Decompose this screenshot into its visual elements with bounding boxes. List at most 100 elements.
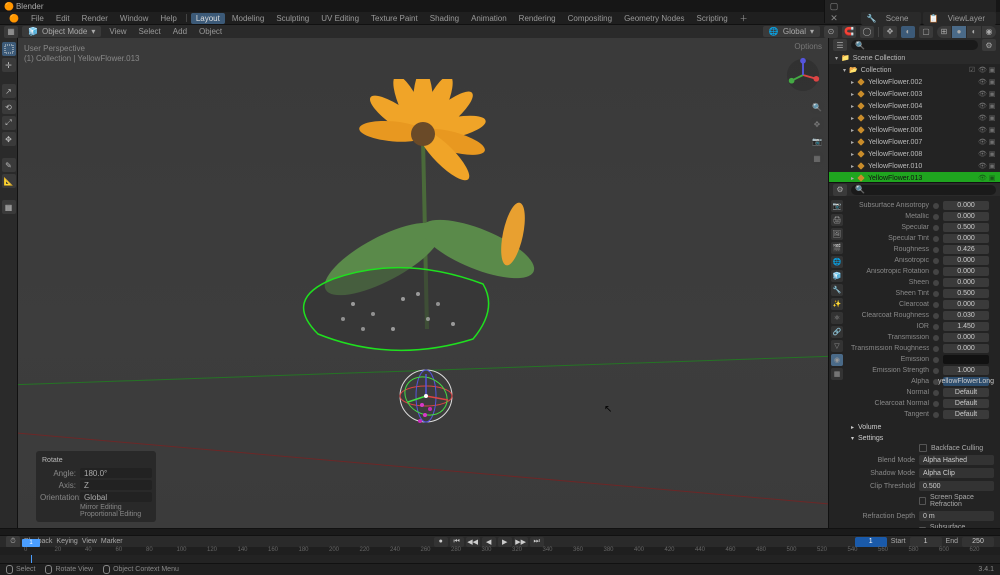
panel-settings[interactable]: Settings (851, 435, 994, 442)
mode-selector[interactable]: 🧊 Object Mode ▾ (22, 26, 101, 37)
viewport-options-button[interactable]: Options (794, 42, 822, 51)
playhead-label[interactable]: 1 (22, 539, 40, 547)
outliner-item[interactable]: ▸ YellowFlower.013👁▣ (829, 172, 1000, 182)
backface-checkbox[interactable]: Backface Culling (919, 444, 994, 452)
menu-add[interactable]: Add (169, 27, 191, 36)
jump-start-icon[interactable]: ⏮ (450, 537, 464, 547)
current-frame-input[interactable]: 1 (855, 537, 887, 547)
tab-rendering[interactable]: Rendering (514, 13, 561, 24)
material-slider[interactable]: Specular0.500 (851, 222, 994, 233)
ptab-data-icon[interactable]: ▽ (831, 340, 843, 352)
ptab-texture-icon[interactable]: ▦ (831, 368, 843, 380)
proportional-icon[interactable]: ◯ (860, 26, 874, 38)
outliner-collection[interactable]: ▾📂 Collection☑👁▣ (829, 64, 1000, 76)
material-slider[interactable]: Anisotropic Rotation0.000 (851, 266, 994, 277)
slider-value-input[interactable]: 1.450 (943, 322, 989, 331)
slider-value-input[interactable]: 0.000 (943, 256, 989, 265)
ptab-output-icon[interactable]: 🖨 (831, 214, 843, 226)
slider-value-input[interactable]: 0.500 (943, 223, 989, 232)
operator-title[interactable]: Rotate (40, 455, 152, 466)
keyframe-dot-icon[interactable] (933, 291, 939, 297)
ptab-object-icon[interactable]: 🧊 (831, 270, 843, 282)
refraction-depth-input[interactable]: 0 m (919, 511, 994, 521)
tool-scale[interactable]: ⤢ (2, 116, 16, 130)
zoom-icon[interactable]: 🔍 (810, 100, 824, 114)
keyframe-dot-icon[interactable] (933, 236, 939, 242)
outliner-item[interactable]: ▸ YellowFlower.003👁▣ (829, 88, 1000, 100)
menu-render[interactable]: Render (77, 13, 113, 24)
tool-rotate[interactable]: ⟲ (2, 100, 16, 114)
tab-uv-editing[interactable]: UV Editing (316, 13, 364, 24)
blend-mode-select[interactable]: Alpha Hashed (919, 455, 994, 465)
material-slider[interactable]: NormalDefault (851, 387, 994, 398)
play-icon[interactable]: ▶ (498, 537, 512, 547)
ptab-material-icon[interactable]: ◉ (831, 354, 843, 366)
blender-icon[interactable]: 🟠 (4, 13, 24, 24)
material-slider[interactable]: AlphayellowFlowerLong (851, 376, 994, 387)
slider-value-input[interactable]: 1.000 (943, 366, 989, 375)
start-frame-input[interactable]: 1 (910, 537, 942, 547)
keyframe-dot-icon[interactable] (933, 335, 939, 341)
viewport-3d[interactable]: User Perspective (1) Collection | Yellow… (18, 38, 828, 528)
menu-file[interactable]: File (26, 13, 49, 24)
slider-value-input[interactable]: Default (943, 399, 989, 408)
keyframe-dot-icon[interactable] (933, 368, 939, 374)
menu-help[interactable]: Help (155, 13, 181, 24)
keyframe-dot-icon[interactable] (933, 302, 939, 308)
material-slider[interactable]: Emission (851, 354, 994, 365)
keyframe-dot-icon[interactable] (933, 203, 939, 209)
material-slider[interactable]: Subsurface Anisotropy0.000 (851, 200, 994, 211)
shade-rendered-icon[interactable]: ◉ (982, 26, 996, 38)
menu-edit[interactable]: Edit (51, 13, 75, 24)
timeline-editor-icon[interactable]: ⏱ (6, 536, 20, 548)
slider-value-input[interactable]: 0.000 (943, 212, 989, 221)
tool-annotate[interactable]: ✎ (2, 158, 16, 172)
shade-material-icon[interactable]: ◐ (967, 26, 981, 38)
tab-texture-paint[interactable]: Texture Paint (366, 13, 423, 24)
material-slider[interactable]: Clearcoat Roughness0.030 (851, 310, 994, 321)
gizmo-toggle-icon[interactable]: ✥ (883, 26, 897, 38)
ptab-particles-icon[interactable]: ✨ (831, 298, 843, 310)
material-slider[interactable]: Transmission0.000 (851, 332, 994, 343)
keyframe-dot-icon[interactable] (933, 313, 939, 319)
timeline-track[interactable] (0, 555, 1000, 563)
tool-measure[interactable]: 📐 (2, 174, 16, 188)
material-slider[interactable]: Sheen Tint0.500 (851, 288, 994, 299)
slider-value-input[interactable]: 0.000 (943, 267, 989, 276)
area-splitter[interactable] (0, 528, 1000, 535)
slider-value-input[interactable]: 0.500 (943, 289, 989, 298)
tab-scripting[interactable]: Scripting (692, 13, 733, 24)
menu-object[interactable]: Object (195, 27, 226, 36)
outliner-mode-icon[interactable]: ☰ (833, 39, 847, 51)
tab-layout[interactable]: Layout (191, 13, 225, 24)
slider-value-input[interactable]: 0.000 (943, 278, 989, 287)
camera-icon[interactable]: 📷 (810, 134, 824, 148)
keyframe-dot-icon[interactable] (933, 214, 939, 220)
autokey-icon[interactable]: ● (434, 537, 448, 547)
pan-icon[interactable]: ✥ (810, 117, 824, 131)
ptab-viewlayer-icon[interactable]: 🖼 (831, 228, 843, 240)
tl-marker[interactable]: Marker (101, 538, 123, 545)
orientation-selector[interactable]: 🌐 Global ▾ (763, 26, 820, 37)
keyframe-dot-icon[interactable] (933, 225, 939, 231)
material-slider[interactable]: Sheen0.000 (851, 277, 994, 288)
playhead[interactable] (31, 555, 32, 563)
axis-select[interactable]: Z (80, 480, 152, 490)
ptab-render-icon[interactable]: 📷 (831, 200, 843, 212)
proportional-checkbox[interactable]: Proportional Editing (80, 511, 152, 518)
play-reverse-icon[interactable]: ◀ (482, 537, 496, 547)
menu-select[interactable]: Select (135, 27, 165, 36)
shade-wireframe-icon[interactable]: ⊞ (937, 26, 951, 38)
keyframe-dot-icon[interactable] (933, 412, 939, 418)
tab-geometry-nodes[interactable]: Geometry Nodes (619, 13, 689, 24)
tab-sculpting[interactable]: Sculpting (271, 13, 314, 24)
tl-view[interactable]: View (82, 538, 97, 545)
tab-shading[interactable]: Shading (425, 13, 464, 24)
keyframe-dot-icon[interactable] (933, 324, 939, 330)
outliner-item[interactable]: ▸ YellowFlower.004👁▣ (829, 100, 1000, 112)
next-key-icon[interactable]: ▶▶ (514, 537, 528, 547)
editor-type-icon[interactable]: ▦ (4, 26, 18, 38)
nav-gizmo-icon[interactable] (784, 56, 822, 94)
viewlayer-selector[interactable]: 📋 ViewLayer (923, 12, 996, 25)
slider-value-input[interactable]: Default (943, 410, 989, 419)
